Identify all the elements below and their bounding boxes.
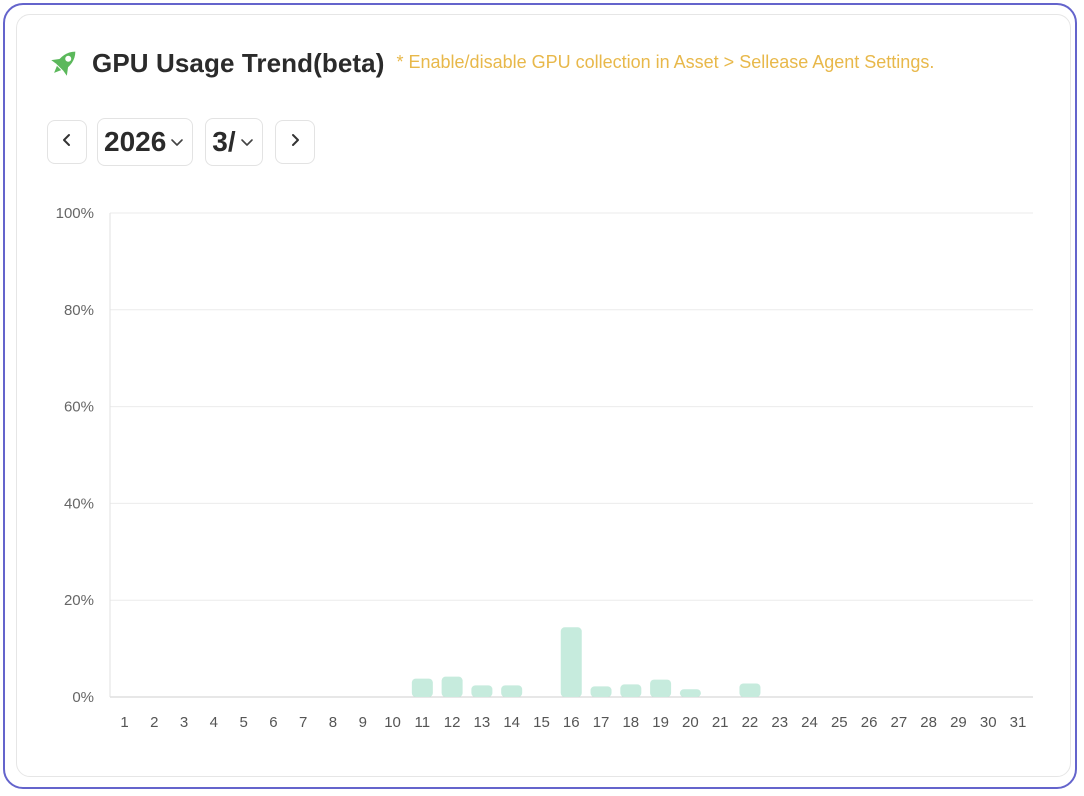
- x-tick-label: 23: [771, 714, 788, 731]
- x-tick-label: 11: [415, 714, 431, 731]
- x-tick-label: 16: [563, 714, 580, 731]
- x-tick-label: 6: [269, 714, 277, 731]
- y-tick-label: 80%: [64, 302, 94, 319]
- x-tick-label: 13: [474, 714, 491, 731]
- bar-day-19: [650, 679, 672, 697]
- y-tick-label: 20%: [64, 592, 94, 609]
- y-tick-label: 100%: [56, 205, 94, 222]
- x-tick-label: 24: [801, 714, 818, 731]
- y-tick-label: 40%: [64, 495, 94, 512]
- x-tick-label: 20: [682, 714, 699, 731]
- x-tick-label: 19: [652, 714, 669, 731]
- y-tick-label: 0%: [72, 689, 94, 706]
- bar-day-16: [560, 627, 582, 697]
- x-tick-label: 9: [359, 714, 367, 731]
- bar-day-22: [739, 683, 761, 697]
- x-tick-label: 27: [891, 714, 908, 731]
- bar-day-14: [501, 685, 523, 697]
- y-tick-label: 60%: [64, 399, 94, 416]
- x-tick-label: 21: [712, 714, 729, 731]
- x-tick-label: 7: [299, 714, 307, 731]
- x-tick-label: 17: [593, 714, 610, 731]
- x-tick-label: 28: [920, 714, 937, 731]
- x-tick-label: 3: [180, 714, 188, 731]
- bar-day-13: [471, 685, 493, 697]
- x-tick-label: 15: [533, 714, 550, 731]
- x-tick-label: 2: [150, 714, 158, 731]
- x-tick-label: 29: [950, 714, 967, 731]
- bar-day-12: [441, 676, 463, 697]
- x-tick-label: 4: [210, 714, 218, 731]
- bar-day-18: [620, 684, 642, 697]
- x-tick-label: 25: [831, 714, 848, 731]
- x-tick-label: 14: [503, 714, 520, 731]
- x-tick-label: 10: [384, 714, 401, 731]
- x-tick-label: 26: [861, 714, 878, 731]
- bar-day-11: [411, 678, 433, 697]
- x-tick-label: 12: [444, 714, 461, 731]
- bar-day-20: [679, 689, 701, 697]
- x-tick-label: 18: [622, 714, 639, 731]
- x-tick-label: 1: [120, 714, 128, 731]
- bar-day-17: [590, 686, 612, 697]
- gpu-usage-bar-chart: 0%20%40%60%80%100%1 2 3 4 5 6 7 8 9 10 11 12 13 14 15 1…: [56, 205, 1033, 731]
- x-tick-label: 5: [239, 714, 247, 731]
- x-tick-label: 22: [742, 714, 759, 731]
- x-tick-label: 31: [1010, 714, 1027, 731]
- x-tick-label: 8: [329, 714, 337, 731]
- x-tick-label: 30: [980, 714, 997, 731]
